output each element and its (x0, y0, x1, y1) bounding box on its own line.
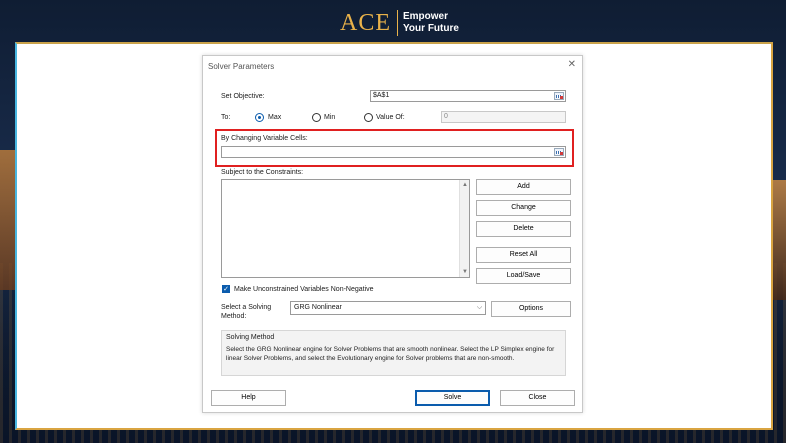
min-radio-label: Min (324, 114, 336, 121)
constraints-scrollbar[interactable]: ▲ ▼ (459, 180, 469, 277)
scroll-up-icon[interactable]: ▲ (460, 180, 470, 190)
solving-method-group-title: Solving Method (226, 334, 275, 341)
brand-tagline: Empower Your Future (403, 11, 459, 35)
brand-tagline-line2: Your Future (403, 23, 459, 34)
max-radio-label: Max (268, 114, 282, 121)
value-of-value: 0 (444, 113, 448, 120)
solving-method-group: Solving Method Select the GRG Nonlinear … (221, 330, 566, 376)
set-objective-value: $A$1 (373, 92, 390, 99)
reset-all-button[interactable]: Reset All (476, 247, 571, 263)
range-select-icon[interactable] (554, 92, 564, 100)
unconstrained-label: Make Unconstrained Variables Non-Negativ… (234, 286, 374, 293)
delete-button[interactable]: Delete (476, 221, 571, 237)
dialog-title: Solver Parameters (208, 62, 275, 71)
to-label: To: (221, 114, 231, 121)
changing-cells-input[interactable] (221, 146, 566, 158)
solving-method-label: Select a Solving (221, 304, 272, 311)
close-icon[interactable]: ✕ (568, 59, 576, 71)
range-select-icon[interactable] (554, 148, 564, 156)
max-radio[interactable] (255, 113, 264, 122)
brand-logo: ACE Empower Your Future (340, 8, 459, 38)
close-button[interactable]: Close (500, 390, 575, 406)
brand-tagline-line1: Empower (403, 11, 449, 22)
solving-method-description: Select the GRG Nonlinear engine for Solv… (226, 346, 555, 362)
scroll-down-icon[interactable]: ▼ (460, 267, 470, 277)
set-objective-input[interactable]: $A$1 (370, 90, 566, 102)
solving-method-value: GRG Nonlinear (294, 304, 342, 311)
solving-method-select[interactable]: GRG Nonlinear ⌵ (290, 301, 486, 315)
add-button[interactable]: Add (476, 179, 571, 195)
set-objective-label: Set Objective: (221, 93, 265, 100)
changing-cells-label: By Changing Variable Cells: (221, 135, 308, 142)
min-radio[interactable] (312, 113, 321, 122)
constraints-label: Subject to the Constraints: (221, 169, 304, 176)
options-button[interactable]: Options (491, 301, 571, 317)
solver-parameters-dialog: Solver Parameters ✕ Set Objective: $A$1 … (202, 55, 583, 413)
solving-method-label-2: Method: (221, 313, 247, 320)
constraints-list[interactable]: ▲ ▼ (221, 179, 470, 278)
chevron-down-icon[interactable]: ⌵ (474, 302, 485, 314)
unconstrained-checkbox[interactable]: ✓ (222, 285, 230, 293)
brand-mark: ACE (340, 10, 398, 36)
value-of-radio-label: Value Of: (376, 114, 405, 121)
change-button[interactable]: Change (476, 200, 571, 216)
help-button[interactable]: Help (211, 390, 286, 406)
solve-button[interactable]: Solve (415, 390, 490, 406)
value-of-input[interactable]: 0 (441, 111, 566, 123)
load-save-button[interactable]: Load/Save (476, 268, 571, 284)
value-of-radio[interactable] (364, 113, 373, 122)
background-light-right (772, 180, 786, 300)
